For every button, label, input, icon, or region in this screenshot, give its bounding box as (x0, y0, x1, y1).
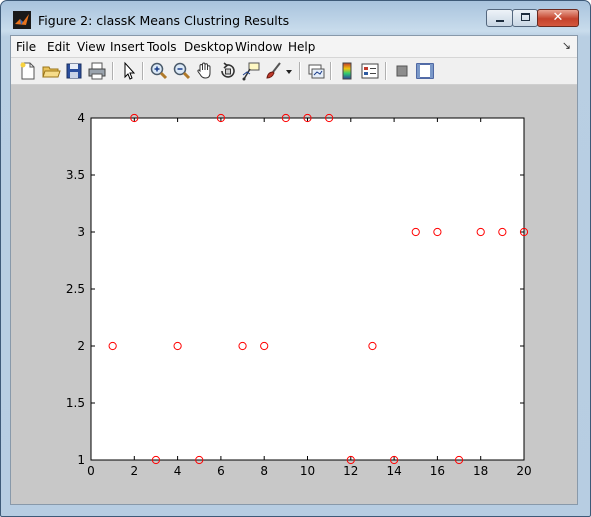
y-tick-label: 2.5 (66, 282, 85, 296)
figure-canvas: 0 2 4 6 8 10 12 14 16 18 20 1 1.5 2 2.5 3 3.5 4 (11, 85, 577, 504)
menu-tools[interactable]: Tools (147, 40, 177, 54)
x-tick-label: 18 (473, 464, 488, 478)
x-tick-label: 6 (217, 464, 225, 478)
toolbar-separator (330, 62, 332, 80)
minimize-icon (496, 20, 504, 22)
save-icon[interactable] (64, 61, 84, 81)
menu-file[interactable]: File (16, 40, 36, 54)
x-tick-label: 8 (260, 464, 268, 478)
toolbar-separator (112, 62, 114, 80)
figure-toolbar (11, 58, 577, 85)
menu-view[interactable]: View (77, 40, 105, 54)
new-figure-icon[interactable] (18, 61, 38, 81)
hide-plot-tools-icon[interactable] (392, 61, 412, 81)
maximize-button[interactable] (512, 9, 538, 27)
link-plot-icon[interactable] (306, 61, 326, 81)
title-bar[interactable]: Figure 2: classK Means Clustring Results… (1, 1, 590, 35)
scatter-plot: 0 2 4 6 8 10 12 14 16 18 20 1 1.5 2 2.5 3 3.5 4 (66, 111, 532, 478)
y-tick-label: 2 (77, 339, 85, 353)
x-tick-label: 0 (87, 464, 95, 478)
x-tick-label: 2 (130, 464, 138, 478)
colorbar-icon[interactable] (337, 61, 357, 81)
y-tick-label: 3.5 (66, 168, 85, 182)
open-file-icon[interactable] (41, 61, 61, 81)
figure-client-area: File Edit View Insert Tools Desktop Wind… (10, 35, 578, 505)
x-tick-label: 20 (516, 464, 531, 478)
menu-window[interactable]: Window (235, 40, 282, 54)
x-tick-label: 14 (386, 464, 401, 478)
minimize-button[interactable] (486, 9, 513, 27)
toolbar-separator (385, 62, 387, 80)
pan-hand-icon[interactable] (195, 61, 215, 81)
maximize-icon (521, 13, 530, 21)
zoom-out-icon[interactable] (172, 61, 192, 81)
close-button[interactable]: ✕ (537, 9, 579, 27)
figure-window: Figure 2: classK Means Clustring Results… (0, 0, 591, 517)
edit-plot-arrow-icon[interactable] (119, 61, 139, 81)
matlab-logo-icon (13, 11, 31, 29)
y-tick-label: 3 (77, 225, 85, 239)
axes-area (90, 117, 525, 461)
data-cursor-icon[interactable] (241, 61, 261, 81)
menu-desktop[interactable]: Desktop (184, 40, 234, 54)
toolbar-separator (299, 62, 301, 80)
brush-dropdown-icon[interactable] (284, 61, 294, 81)
menu-help[interactable]: Help (288, 40, 315, 54)
x-tick-label: 4 (174, 464, 182, 478)
menu-edit[interactable]: Edit (47, 40, 70, 54)
x-tick-label: 10 (300, 464, 315, 478)
zoom-in-icon[interactable] (149, 61, 169, 81)
menu-bar: File Edit View Insert Tools Desktop Wind… (11, 36, 577, 58)
legend-icon[interactable] (360, 61, 380, 81)
x-tick-label: 16 (430, 464, 445, 478)
y-tick-label: 1 (77, 453, 85, 467)
show-plot-tools-icon[interactable] (415, 61, 435, 81)
y-tick-label: 1.5 (66, 396, 85, 410)
print-icon[interactable] (87, 61, 107, 81)
y-tick-label: 4 (77, 111, 85, 125)
dock-figure-icon[interactable]: ↘ (562, 39, 571, 52)
toolbar-separator (142, 62, 144, 80)
close-icon: ✕ (552, 10, 564, 25)
rotate-3d-icon[interactable] (218, 61, 238, 81)
brush-icon[interactable] (264, 61, 284, 81)
x-tick-label: 12 (343, 464, 358, 478)
window-title: Figure 2: classK Means Clustring Results (38, 13, 290, 28)
menu-insert[interactable]: Insert (110, 40, 144, 54)
